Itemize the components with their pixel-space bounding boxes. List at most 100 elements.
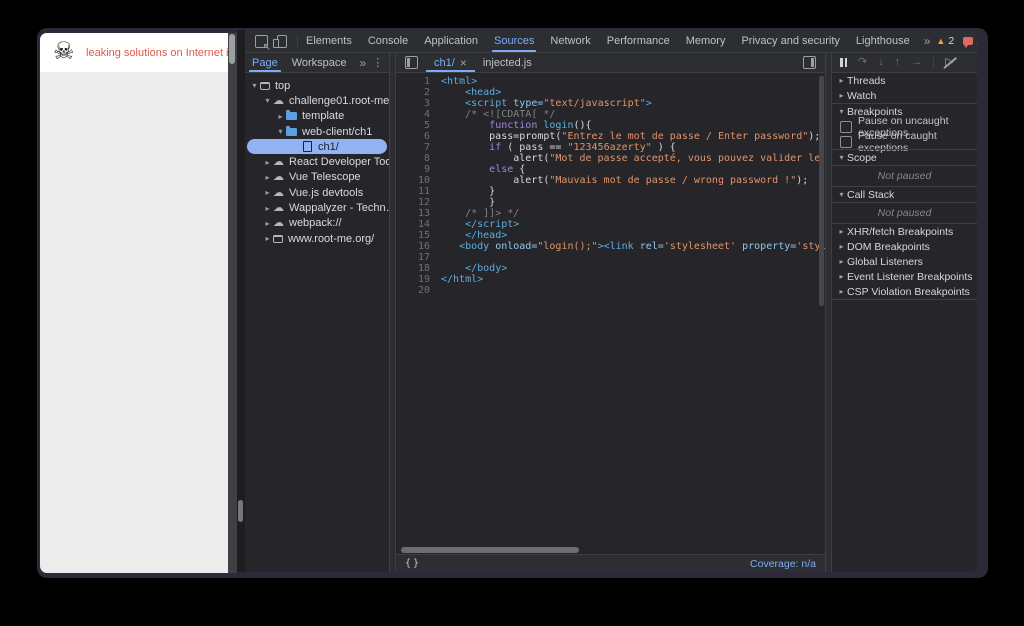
inspect-element-icon[interactable]	[255, 35, 268, 48]
section-header[interactable]: ▾Scope	[832, 150, 977, 165]
frame-icon	[260, 82, 270, 90]
pause-icon[interactable]	[840, 58, 847, 67]
tree-item-webpack-[interactable]: ▸☁webpack://	[245, 216, 389, 231]
source-code[interactable]: <html> <head> <script type="text/javascr…	[437, 76, 825, 545]
editor-vertical-scrollbar-thumb[interactable]	[819, 76, 824, 306]
pane-divider[interactable]	[389, 53, 396, 572]
page-scrollbar-thumb[interactable]	[229, 34, 235, 64]
tree-item-label: Wappalyzer - Techn…	[289, 202, 389, 214]
code-editor[interactable]: 1234567891011121314151617181920 <html> <…	[396, 73, 825, 545]
chevron-right-icon: ▸	[262, 204, 273, 213]
frame-icon	[273, 235, 283, 243]
window-scrollbar-thumb[interactable]	[238, 500, 243, 522]
section-header[interactable]: ▸CSP Violation Breakpoints	[832, 284, 977, 299]
chevron-right-icon: ▸	[262, 219, 273, 228]
chevron-right-icon: ▸	[836, 257, 847, 266]
device-toolbar-icon[interactable]	[277, 35, 287, 48]
tree-item-label: Vue.js devtools	[289, 187, 363, 199]
step-into-icon[interactable]: ↓	[878, 57, 884, 68]
warnings-badge[interactable]: ▲ 2	[936, 35, 954, 47]
deactivate-breakpoints-icon[interactable]: ▷	[945, 57, 953, 68]
page-scrollbar[interactable]	[228, 33, 237, 573]
step-out-icon[interactable]: ↑	[895, 57, 901, 68]
tree-item-wappalyzer-techn-[interactable]: ▸☁ Wappalyzer - Techn…	[245, 200, 389, 215]
window-scrollbar[interactable]	[237, 30, 245, 572]
close-tab-icon[interactable]: ×	[460, 57, 467, 69]
devtools-tab-performance[interactable]: Performance	[599, 30, 678, 52]
section-header[interactable]: ▸Watch	[832, 88, 977, 103]
tree-item-challenge01-root-me-[interactable]: ▾☁challenge01.root-me…	[245, 93, 389, 108]
line-number-gutter[interactable]: 1234567891011121314151617181920	[396, 76, 437, 545]
code-token	[441, 219, 465, 230]
page-alert-text: leaking solutions on Internet is	[86, 47, 228, 59]
line-number: 14	[396, 219, 430, 230]
devtools-tab-elements[interactable]: Elements	[298, 30, 360, 52]
step-icon[interactable]: →	[911, 57, 922, 68]
editor-tab-ch1-[interactable]: ch1/ ×	[426, 53, 475, 72]
line-number: 8	[396, 153, 430, 164]
coverage-link[interactable]: Coverage: n/a	[750, 558, 816, 570]
breakpoint-option-row[interactable]: Pause on caught exceptions	[832, 134, 977, 149]
code-line: }	[441, 197, 825, 208]
code-token: function	[489, 120, 537, 131]
tree-item-top[interactable]: ▾top	[245, 78, 389, 93]
file-tree: ▾top▾☁challenge01.root-me…▸template▾web-…	[245, 73, 389, 572]
editor-tab-injected-js[interactable]: injected.js	[475, 53, 540, 72]
section-header[interactable]: ▸Global Listeners	[832, 254, 977, 269]
navigator-tab-page[interactable]: Page	[245, 53, 285, 72]
section-label: Call Stack	[847, 189, 894, 201]
pretty-print-button[interactable]: {}	[405, 558, 421, 569]
tree-item-react-developer-tools[interactable]: ▸☁React Developer Tools	[245, 154, 389, 169]
navigator-tab-workspace[interactable]: Workspace	[285, 53, 354, 72]
devtools-tab-privacy-and-security[interactable]: Privacy and security	[733, 30, 847, 52]
devtools-tab-network[interactable]: Network	[542, 30, 598, 52]
section-call-stack: ▾Call StackNot paused	[832, 186, 977, 223]
toggle-navigator-icon[interactable]	[405, 56, 418, 69]
code-line: <html>	[441, 76, 825, 87]
tree-item-label: top	[275, 80, 290, 92]
code-token: </body>	[465, 263, 507, 274]
section-event-listener-breakpoints: ▸Event Listener Breakpoints	[832, 269, 977, 284]
devtools-tab-lighthouse[interactable]: Lighthouse	[848, 30, 918, 52]
tree-item-www-root-me-org-[interactable]: ▸www.root-me.org/	[245, 231, 389, 246]
issues-badge[interactable]: 2	[963, 35, 977, 47]
toolbar-divider	[933, 56, 934, 69]
editor-status-bar: {} Coverage: n/a	[396, 554, 825, 572]
section-header[interactable]: ▸DOM Breakpoints	[832, 239, 977, 254]
devtools-tab-console[interactable]: Console	[360, 30, 416, 52]
tree-item-vue-js-devtools[interactable]: ▸☁Vue.js devtools	[245, 185, 389, 200]
checkbox[interactable]	[840, 136, 852, 148]
section-header[interactable]: ▾Call Stack	[832, 187, 977, 202]
issues-icon	[963, 37, 973, 45]
editor-tab-label: ch1/	[434, 57, 455, 69]
tree-item-ch1-[interactable]: ch1/	[247, 139, 387, 154]
code-line: /* ]]> */	[441, 208, 825, 219]
devtools-tab-memory[interactable]: Memory	[678, 30, 734, 52]
chevron-down-icon: ▾	[836, 107, 847, 116]
editor-horizontal-scrollbar[interactable]	[396, 545, 825, 554]
checkbox[interactable]	[840, 121, 852, 133]
code-token: alert(	[441, 175, 549, 186]
step-over-icon[interactable]: ↷	[858, 57, 867, 68]
section-header[interactable]: ▸Event Listener Breakpoints	[832, 269, 977, 284]
code-token: alert(	[441, 153, 549, 164]
code-token	[441, 87, 465, 98]
section-label: DOM Breakpoints	[847, 241, 930, 253]
toggle-debugger-sidebar-icon[interactable]	[803, 56, 816, 69]
editor-horizontal-scrollbar-thumb[interactable]	[401, 547, 579, 553]
cloud-extension-icon: ☁	[273, 203, 284, 213]
tree-item-template[interactable]: ▸template	[245, 109, 389, 124]
tree-item-web-client-ch1[interactable]: ▾web-client/ch1	[245, 124, 389, 139]
navigator-more-tabs-icon[interactable]: »	[354, 56, 373, 70]
code-token: rel=	[640, 241, 664, 252]
code-token: (){	[573, 120, 591, 131]
section-header[interactable]: ▸Threads	[832, 73, 977, 88]
devtools-tab-sources[interactable]: Sources	[486, 30, 542, 52]
navigator-kebab-icon[interactable]: ⋮	[372, 56, 390, 69]
more-tabs-icon[interactable]: »	[918, 34, 937, 48]
pane-divider[interactable]	[825, 53, 832, 572]
tree-item-vue-telescope[interactable]: ▸☁Vue Telescope	[245, 170, 389, 185]
code-token: </html>	[441, 274, 483, 285]
devtools-tab-application[interactable]: Application	[416, 30, 486, 52]
section-header[interactable]: ▸XHR/fetch Breakpoints	[832, 224, 977, 239]
